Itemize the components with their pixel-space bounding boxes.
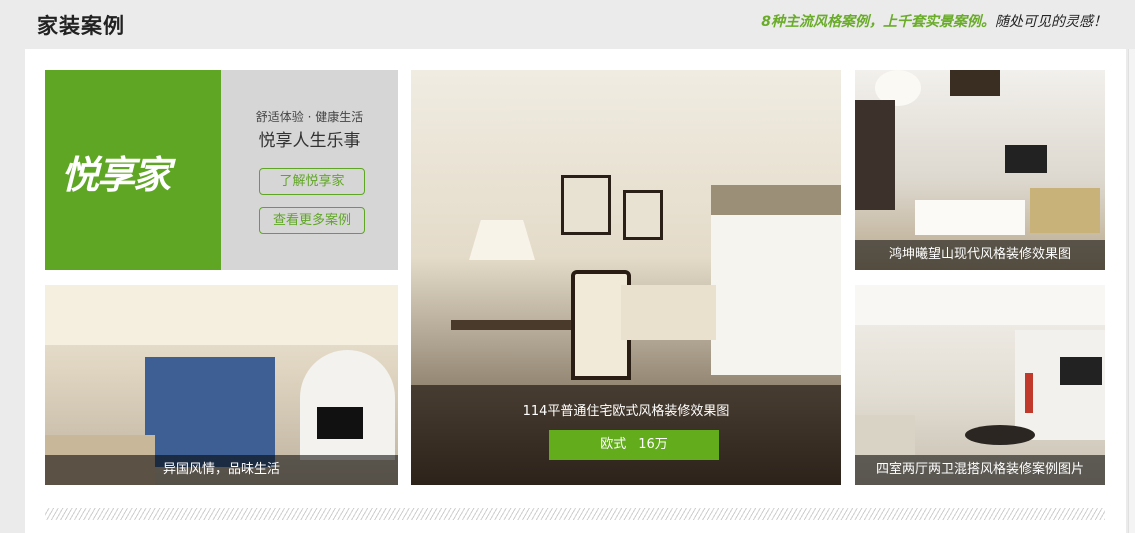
ceiling-shape — [45, 285, 398, 345]
lamp-shade-shape — [469, 220, 535, 260]
section-title: 家装案例 — [37, 14, 125, 38]
tv-shape — [1060, 357, 1102, 385]
case-caption: 异国风情，品味生活 — [45, 455, 398, 485]
brand-logo[interactable]: 悦享家 — [45, 70, 221, 270]
console-table-shape — [451, 320, 571, 330]
coffee-table-shape — [965, 425, 1035, 445]
case-style: 欧式 — [600, 437, 627, 452]
wall-frame-shape — [623, 190, 663, 240]
brand-card: 悦享家 舒适体验 · 健康生活 悦享人生乐事 了解悦享家 查看更多案例 — [45, 70, 398, 270]
ceiling-lamp-shape — [950, 70, 1000, 96]
learn-brand-button[interactable]: 了解悦享家 — [259, 168, 365, 195]
tv-shape — [317, 407, 363, 439]
tagline-highlight: 8种主流风格案例，上千套实景案例。 — [761, 14, 995, 30]
ceiling-shape — [855, 285, 1105, 325]
speaker-shape — [1025, 373, 1033, 413]
curtain-shape — [855, 100, 895, 210]
brand-logo-text: 悦享家 — [61, 153, 171, 197]
brand-subtitle: 舒适体验 · 健康生活 — [255, 110, 364, 124]
tv-shape — [1005, 145, 1047, 173]
case-card-mixed[interactable]: 四室两厅两卫混搭风格装修案例图片 — [855, 285, 1105, 485]
sofa-shape — [621, 285, 716, 340]
sofa-shape — [855, 415, 915, 455]
hatched-divider — [45, 508, 1105, 520]
case-caption: 鸿坤曦望山现代风格装修效果图 — [855, 240, 1105, 270]
section-tagline: 8种主流风格案例，上千套实景案例。随处可见的灵感！ — [761, 11, 1107, 31]
blue-wall-shape — [145, 357, 275, 467]
arch-wall-shape — [300, 350, 395, 460]
wall-frame-shape — [561, 175, 611, 235]
case-card-featured[interactable]: 114平普通住宅欧式风格装修效果图 欧式 16万 — [411, 70, 841, 485]
curtain-shape — [711, 185, 841, 215]
table-shape — [915, 200, 1025, 235]
case-price: 16万 — [638, 437, 668, 452]
more-cases-button[interactable]: 查看更多案例 — [259, 207, 365, 234]
sofa-shape — [1030, 188, 1100, 233]
section-header: 家装案例 8种主流风格案例，上千套实景案例。随处可见的灵感！ — [0, 0, 1135, 48]
brand-slogan: 悦享人生乐事 — [258, 131, 361, 151]
tagline-rest: 随处可见的灵感！ — [995, 14, 1107, 30]
case-caption: 四室两厅两卫混搭风格装修案例图片 — [855, 455, 1105, 485]
case-style-tag[interactable]: 欧式 16万 — [549, 430, 719, 460]
right-edge — [1128, 49, 1135, 533]
case-caption: 114平普通住宅欧式风格装修效果图 — [522, 404, 730, 419]
case-card-modern[interactable]: 鸿坤曦望山现代风格装修效果图 — [855, 70, 1105, 270]
case-card-exotic[interactable]: 异国风情，品味生活 — [45, 285, 398, 485]
